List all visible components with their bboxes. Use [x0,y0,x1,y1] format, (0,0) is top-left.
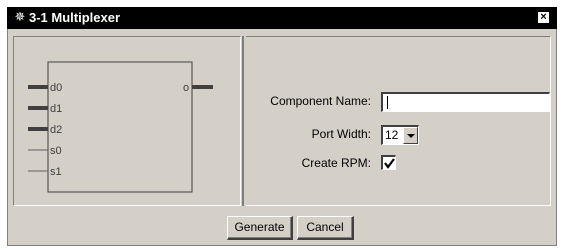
component-name-label: Component Name: [270,94,371,108]
component-name-row: Component Name: [246,90,551,112]
gear-icon: ✵ [14,9,26,24]
text-caret [387,96,388,109]
input-label-d1: d1 [50,103,62,115]
cancel-button-label: Cancel [306,220,344,234]
symbol-panel: d0 d1 d2 s0 s1 o [13,36,241,206]
create-rpm-checkbox[interactable] [381,155,396,170]
output-label-o: o [183,82,189,94]
parameters-panel: Component Name: Port Width: 12 Create RP… [246,36,551,206]
dropdown-arrow-button[interactable] [403,127,418,144]
close-button[interactable]: × [537,11,550,24]
dialog-body: d0 d1 d2 s0 s1 o Component Name: Port Width: … [7,29,557,246]
generate-button[interactable]: Generate [227,216,293,240]
symbol-box [47,61,193,193]
port-width-label: Port Width: [311,127,371,141]
create-rpm-label: Create RPM: [301,156,371,170]
port-width-select[interactable]: 12 [381,125,419,145]
input-label-s1: s1 [50,166,62,178]
multiplexer-symbol: d0 d1 d2 s0 s1 o [28,61,213,193]
panel-divider [242,36,244,206]
component-name-input[interactable] [381,92,550,112]
create-rpm-row: Create RPM: [246,152,551,174]
cancel-button[interactable]: Cancel [297,216,354,240]
close-icon: × [540,11,547,23]
input-label-d2: d2 [50,124,62,136]
port-width-value: 12 [385,128,399,142]
dialog-window: ✵ 3-1 Multiplexer × d0 d1 d2 s0 s1 o Componen… [7,7,557,246]
checkmark-icon [384,158,395,169]
title-bar[interactable]: ✵ 3-1 Multiplexer × [7,7,557,29]
input-label-d0: d0 [50,82,62,94]
port-width-row: Port Width: 12 [246,123,551,145]
window-title: 3-1 Multiplexer [29,10,121,25]
input-label-s0: s0 [50,145,62,157]
generate-button-label: Generate [234,220,285,234]
chevron-down-icon [407,134,415,138]
